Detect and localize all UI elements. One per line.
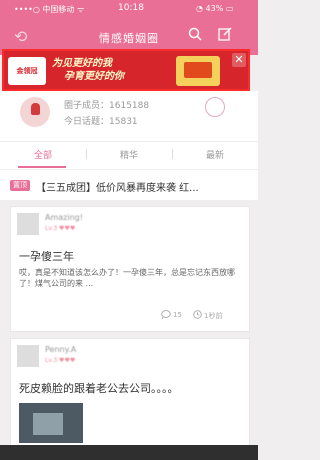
members-row: 圈子成员：1615188 (64, 98, 149, 111)
post-card[interactable]: Penny.A Lv.3 ♥♥♥ 死皮赖脸的跟着老公去公司。。。。 (10, 338, 250, 446)
active-tab-indicator (18, 166, 66, 168)
topics-row: 今日话题：15831 (64, 114, 138, 127)
post-title: 死皮赖脸的跟着老公去公司。。。。 (19, 382, 179, 395)
post-title: 一孕傻三年 (19, 250, 74, 263)
post-card[interactable]: Amazing! Lv.3 ♥♥♥ 一孕傻三年 哎，真是不知道该怎么办了！一孕傻… (10, 206, 250, 332)
clock: 10:18 (118, 3, 144, 13)
post-time: 1秒前 (204, 312, 223, 320)
ad-slogan-line2: 孕育更好的你 (64, 71, 124, 82)
clock-icon (193, 310, 202, 319)
tab-all[interactable]: 全部 (0, 148, 86, 161)
battery-status: ◔ 43% ▭ (196, 4, 234, 13)
post-summary: 哎，真是不知道该怎么办了！一孕傻三年，总是忘记东西放哪了！煤气公司的来 ... (19, 268, 235, 288)
topics-label: 今日话题： (64, 117, 110, 127)
post-image[interactable] (19, 403, 83, 443)
members-label: 圈子成员： (64, 101, 110, 111)
ad-slogan-line1: 为见更好的我 (52, 58, 112, 69)
carrier-status: ••••○ 中国移动 ᯤ (14, 5, 85, 14)
avatar[interactable] (17, 345, 39, 367)
comment-icon (161, 310, 171, 319)
status-bar: ••••○ 中国移动 ᯤ 10:18 ◔ 43% ▭ (0, 0, 258, 18)
search-icon[interactable] (188, 27, 202, 41)
bottom-bar (0, 445, 258, 460)
user-level: Lv.3 ♥♥♥ (45, 357, 76, 364)
pinned-badge: 置顶 (10, 180, 30, 191)
avatar[interactable] (17, 213, 39, 235)
join-circle-icon[interactable] (205, 97, 225, 117)
product-image (176, 56, 220, 86)
post-username[interactable]: Penny.A (45, 345, 76, 354)
user-level: Lv.3 ♥♥♥ (45, 225, 76, 232)
post-username[interactable]: Amazing! (45, 213, 83, 222)
close-icon[interactable]: ✕ (232, 53, 246, 67)
members-count: 1615188 (109, 101, 150, 111)
top-bar: ••••○ 中国移动 ᯤ 10:18 ◔ 43% ▭ ⟲ 情感婚姻圈 (0, 0, 258, 55)
edit-icon[interactable] (218, 27, 232, 41)
comment-count: 15 (173, 311, 182, 319)
tab-bar: 全部 精华 最新 (0, 141, 258, 169)
pinned-notice[interactable]: 置顶 【三五成团】低价风暴再度来袭 红... (0, 170, 258, 200)
ad-banner[interactable]: 金领冠 为见更好的我 孕育更好的你 ✕ (2, 49, 250, 91)
group-info: 圈子成员：1615188 今日话题：15831 (0, 91, 258, 141)
ad-slogan: 为见更好的我 孕育更好的你 (52, 57, 124, 83)
group-avatar (20, 97, 50, 127)
ad-logo: 金领冠 (8, 57, 46, 85)
tab-featured[interactable]: 精华 (86, 148, 172, 161)
notice-text: 【三五成团】低价风暴再度来袭 红... (36, 183, 199, 194)
tab-latest[interactable]: 最新 (172, 148, 258, 161)
topics-count: 15831 (109, 117, 138, 127)
